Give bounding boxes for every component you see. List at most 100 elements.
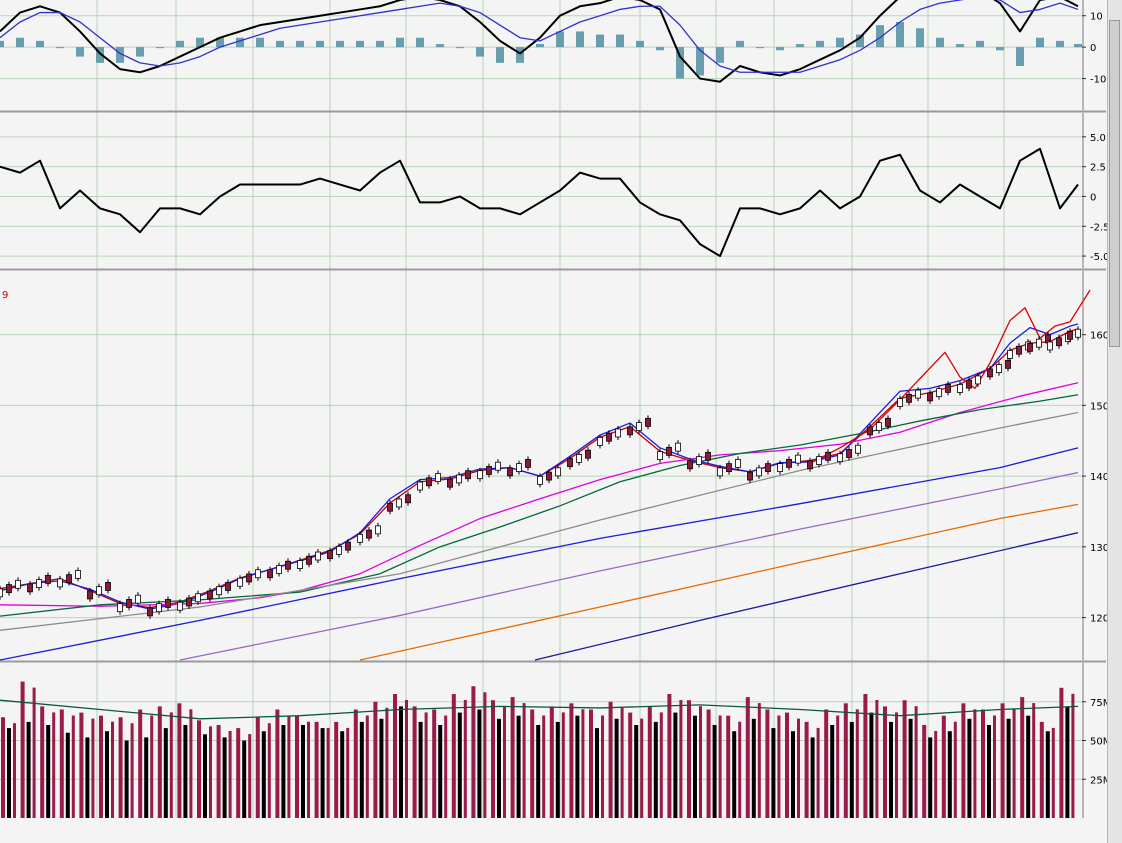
histogram-bar (636, 40, 644, 48)
histogram-bar (796, 44, 804, 48)
volume-bar (973, 709, 977, 818)
candle-body (786, 458, 792, 468)
axis-tick-label: 2.5 (1090, 163, 1106, 174)
volume-bar (203, 734, 207, 818)
volume-bar (953, 721, 957, 818)
candle-body (906, 393, 912, 403)
candle-body (927, 392, 933, 402)
volume-bar (1045, 731, 1050, 818)
candle-body (6, 584, 12, 593)
candle-body (57, 578, 63, 588)
candle-body (1027, 342, 1033, 352)
volume-bar (947, 731, 952, 818)
volume-bar (320, 728, 325, 818)
histogram-bar (336, 40, 344, 48)
histogram-bar (1016, 47, 1024, 66)
candle-body (726, 463, 732, 473)
volume-bar (928, 737, 933, 818)
volume-bar (699, 706, 702, 818)
volume-bar (340, 731, 345, 818)
volume-bar (934, 731, 938, 818)
volume-bar (209, 726, 212, 818)
histogram-bar (256, 37, 264, 48)
volume-bar (118, 717, 123, 818)
candle-body (675, 442, 681, 452)
chart-background (0, 0, 1122, 843)
candle-body (306, 555, 312, 565)
candle-body (666, 446, 672, 456)
volume-bar (65, 732, 70, 818)
volume-bar (1051, 727, 1055, 818)
candle-body (216, 586, 222, 596)
histogram-bar (236, 37, 244, 48)
volume-bar (267, 723, 271, 818)
volume-bar (451, 694, 456, 818)
volume-bar (222, 737, 227, 818)
candle-body (876, 422, 882, 432)
candle-body (687, 460, 693, 470)
histogram-bar (896, 22, 904, 48)
candle-body (657, 451, 663, 460)
candle-body (615, 428, 621, 438)
histogram-bar (756, 47, 764, 49)
volume-bar (105, 731, 109, 818)
candle-body (807, 460, 813, 470)
candle-body (546, 471, 552, 481)
volume-bar (875, 700, 879, 818)
volume-bar (843, 703, 848, 818)
volume-bar (581, 709, 585, 818)
volume-bar (902, 700, 907, 818)
volume-bar (424, 712, 428, 818)
volume-bar (555, 721, 560, 818)
histogram-bar (36, 40, 44, 48)
histogram-bar (776, 47, 784, 51)
volume-bar (693, 715, 697, 818)
volume-bar (830, 725, 835, 818)
volume-bar (561, 712, 565, 818)
candle-body (396, 498, 402, 508)
volume-bar (150, 715, 154, 818)
volume-bar (628, 712, 633, 818)
volume-bar (124, 740, 129, 818)
histogram-bar (316, 40, 324, 48)
histogram-bar (436, 44, 444, 48)
axis-tick-label: 0 (1090, 192, 1096, 203)
candle-body (747, 471, 753, 481)
candle-body (426, 477, 432, 487)
volume-bar (157, 706, 162, 818)
volume-bar (738, 721, 742, 818)
candle-body (477, 470, 483, 480)
volume-bar (373, 701, 378, 818)
candle-body (276, 565, 282, 574)
histogram-bar (596, 34, 604, 48)
volume-bar (1006, 718, 1011, 818)
volume-bar (510, 697, 515, 818)
volume-bar (275, 709, 280, 818)
volume-bar (536, 725, 541, 818)
candle-body (96, 586, 102, 596)
volume-bar (405, 700, 408, 818)
candle-body (606, 432, 612, 442)
volume-bar (26, 721, 31, 818)
candle-body (945, 384, 951, 393)
volume-bar (379, 718, 384, 818)
volume-bar (895, 712, 898, 818)
volume-bar (883, 706, 887, 818)
volume-bar (52, 712, 56, 818)
candle-body (525, 458, 531, 468)
scrollbar-thumb[interactable] (1109, 20, 1120, 347)
volume-bar (248, 734, 252, 818)
volume-bar (477, 709, 482, 818)
candle-body (567, 458, 573, 468)
volume-bar (575, 715, 580, 818)
histogram-bar (716, 47, 724, 63)
volume-bar (863, 694, 868, 818)
candle-body (645, 417, 651, 427)
candle-body (1067, 330, 1073, 340)
candle-body (576, 454, 582, 463)
histogram-bar (696, 47, 704, 76)
histogram-bar (156, 47, 164, 49)
histogram-bar (916, 28, 924, 48)
volume-bar (197, 720, 201, 818)
volume-bar (242, 740, 247, 818)
